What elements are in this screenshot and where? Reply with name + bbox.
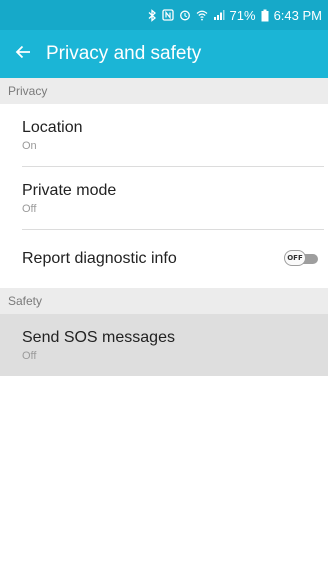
app-bar: Privacy and safety xyxy=(0,30,328,78)
status-bar: 71% 6:43 PM xyxy=(0,0,328,30)
arrow-left-icon xyxy=(15,45,31,64)
nfc-icon xyxy=(161,9,174,21)
back-button[interactable] xyxy=(0,30,46,78)
alarm-icon xyxy=(179,9,191,21)
private-mode-title: Private mode xyxy=(22,181,117,199)
section-header-privacy: Privacy xyxy=(0,78,328,104)
settings-list: Privacy Location On Private mode Off Rep… xyxy=(0,78,328,376)
bluetooth-icon xyxy=(148,8,157,22)
page-title: Privacy and safety xyxy=(46,43,202,64)
report-diagnostic-setting[interactable]: Report diagnostic info OFF xyxy=(0,230,328,288)
battery-percent: 71% xyxy=(229,7,256,23)
status-time: 6:43 PM xyxy=(273,7,322,23)
location-setting[interactable]: Location On xyxy=(0,104,328,166)
private-mode-status: Off xyxy=(22,202,37,215)
report-diagnostic-toggle[interactable]: OFF xyxy=(284,250,318,267)
signal-icon xyxy=(213,9,225,21)
send-sos-setting[interactable]: Send SOS messages Off xyxy=(0,314,328,376)
private-mode-setting[interactable]: Private mode Off xyxy=(0,167,328,229)
send-sos-status: Off xyxy=(22,349,37,362)
location-title: Location xyxy=(22,118,83,136)
battery-icon xyxy=(261,9,269,22)
send-sos-title: Send SOS messages xyxy=(22,328,175,346)
section-header-safety: Safety xyxy=(0,288,328,314)
toggle-knob: OFF xyxy=(284,250,306,266)
report-diagnostic-title: Report diagnostic info xyxy=(22,250,177,267)
location-status: On xyxy=(22,139,37,152)
wifi-icon xyxy=(196,9,208,21)
